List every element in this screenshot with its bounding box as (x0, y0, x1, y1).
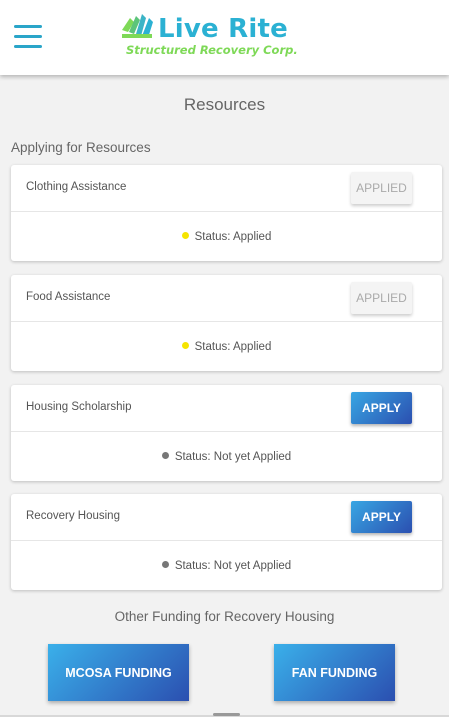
status-text: Status: Not yet Applied (174, 451, 292, 463)
page-title: Resources (183, 95, 266, 114)
resource-card-clothing: Clothing Assistance APPLIED Status: Appl… (11, 165, 442, 261)
resource-name: Recovery Housing (26, 510, 120, 522)
apply-button[interactable]: APPLY (351, 501, 412, 533)
logo-title: Live Rite (158, 14, 288, 44)
status-line: Status: Applied (11, 231, 442, 243)
status-dot-icon (161, 452, 169, 459)
logo-mark-icon (122, 14, 153, 38)
resource-name: Housing Scholarship (26, 401, 132, 413)
applying-section-label: Applying for Resources (11, 140, 151, 155)
resource-name: Clothing Assistance (26, 181, 127, 193)
status-dot-icon (181, 342, 189, 349)
status-text: Status: Not yet Applied (174, 560, 292, 572)
logo[interactable]: Live Rite Structured Recovery Corp. (118, 10, 318, 60)
mcosa-funding-button[interactable]: MCOSA FUNDING (48, 644, 189, 701)
status-text: Status: Applied (194, 231, 272, 243)
fan-funding-button[interactable]: FAN FUNDING (274, 644, 395, 701)
resource-name: Food Assistance (26, 291, 111, 303)
logo-subtitle: Structured Recovery Corp. (126, 43, 298, 57)
status-dot-icon (181, 232, 189, 239)
app-header: Live Rite Structured Recovery Corp. (0, 0, 449, 75)
scroll-handle[interactable] (213, 713, 240, 716)
applied-button[interactable]: APPLIED (351, 282, 412, 314)
resource-card-recovery-housing: Recovery Housing APPLY Status: Not yet A… (11, 494, 442, 590)
hamburger-menu-icon[interactable] (14, 25, 42, 49)
status-line: Status: Applied (11, 341, 442, 353)
applied-button[interactable]: APPLIED (351, 172, 412, 204)
apply-button[interactable]: APPLY (351, 392, 412, 424)
status-text: Status: Applied (194, 341, 272, 353)
other-funding-label: Other Funding for Recovery Housing (114, 609, 335, 624)
status-dot-icon (161, 561, 169, 568)
resource-card-housing-scholarship: Housing Scholarship APPLY Status: Not ye… (11, 385, 442, 481)
status-line: Status: Not yet Applied (11, 451, 442, 463)
status-line: Status: Not yet Applied (11, 560, 442, 572)
resource-card-food: Food Assistance APPLIED Status: Applied (11, 275, 442, 371)
